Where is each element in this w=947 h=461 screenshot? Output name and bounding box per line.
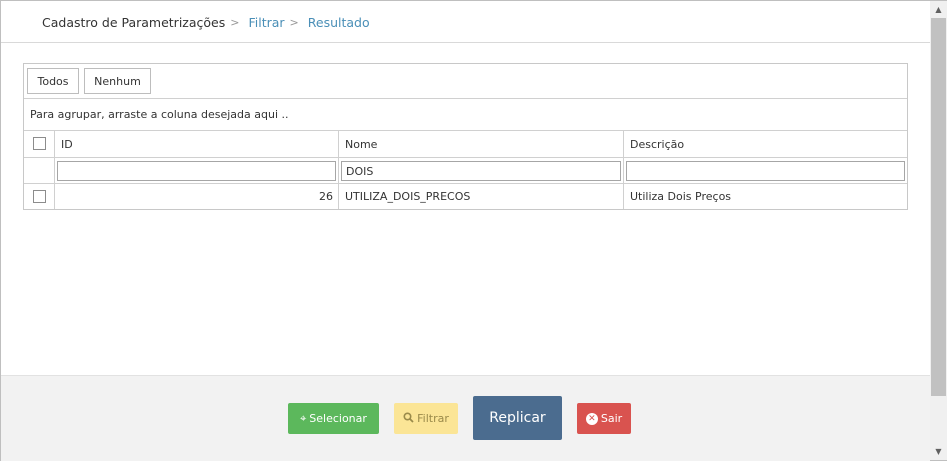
breadcrumb-separator: > [289,15,299,29]
filter-empty-cell [24,158,55,183]
scroll-up-arrow-icon[interactable]: ▲ [930,1,947,18]
grid-header-row: ID Nome Descrição [24,131,907,158]
column-header-descricao[interactable]: Descrição [624,131,907,157]
row-checkbox[interactable] [33,190,46,203]
grid-toolbar: Todos Nenhum [24,64,907,99]
filter-cell-id [55,158,339,183]
modal-window: Cadastro de Parametrizações > Filtrar > … [0,0,947,461]
sair-label: Sair [600,412,623,425]
group-by-panel[interactable]: Para agrupar, arraste a coluna desejada … [24,100,907,131]
filter-cell-descricao [624,158,907,183]
scroll-down-arrow-icon[interactable]: ▼ [930,443,947,460]
close-circle-icon: ✕ [585,412,598,425]
breadcrumb-item-filtrar[interactable]: Filtrar [248,15,284,30]
breadcrumb-separator: > [230,15,240,29]
header-divider [1,42,930,43]
column-header-nome[interactable]: Nome [339,131,624,157]
search-icon [403,411,414,426]
cell-descricao: Utiliza Dois Preços [624,184,907,209]
cell-nome-value: UTILIZA_DOIS_PRECOS [345,190,471,203]
column-header-label: Nome [345,138,378,151]
filter-input-descricao[interactable] [626,161,905,181]
cell-nome: UTILIZA_DOIS_PRECOS [339,184,624,209]
filter-cell-nome [339,158,624,183]
breadcrumb-item-cadastro: Cadastro de Parametrizações [42,14,226,30]
breadcrumb: Cadastro de Parametrizações > Filtrar > … [42,13,370,31]
group-by-hint: Para agrupar, arraste a coluna desejada … [30,108,289,121]
sair-button[interactable]: ✕ Sair [577,403,631,434]
selecionar-button[interactable]: ⌖ Selecionar [288,403,379,434]
cell-id: 26 [55,184,339,209]
grid-filter-row [24,158,907,184]
breadcrumb-item-resultado[interactable]: Resultado [308,15,370,30]
scrollbar-thumb[interactable] [931,18,946,396]
row-checkbox-cell [24,184,55,209]
vertical-scrollbar[interactable]: ▲ ▼ [930,1,947,460]
selecionar-label: Selecionar [309,412,367,425]
filter-input-id[interactable] [57,161,336,181]
crosshair-icon: ⌖ [300,411,307,425]
select-all-checkbox[interactable] [33,137,46,150]
cell-id-value: 26 [319,190,333,203]
column-header-id[interactable]: ID [55,131,339,157]
filter-input-nome[interactable] [341,161,621,181]
results-grid: Todos Nenhum Para agrupar, arraste a col… [23,63,908,210]
header-checkbox-cell [24,131,55,157]
table-row[interactable]: 26 UTILIZA_DOIS_PRECOS Utiliza Dois Preç… [24,184,907,209]
filtrar-button[interactable]: Filtrar [394,403,458,434]
cell-descricao-value: Utiliza Dois Preços [630,190,732,203]
select-none-button[interactable]: Nenhum [84,68,151,94]
filtrar-label: Filtrar [417,412,449,425]
select-all-button[interactable]: Todos [27,68,79,94]
replicar-button[interactable]: Replicar [473,396,562,440]
footer-bar: ⌖ Selecionar Filtrar Replicar ✕ Sair [1,375,930,461]
column-header-label: ID [61,138,73,151]
column-header-label: Descrição [630,138,685,151]
